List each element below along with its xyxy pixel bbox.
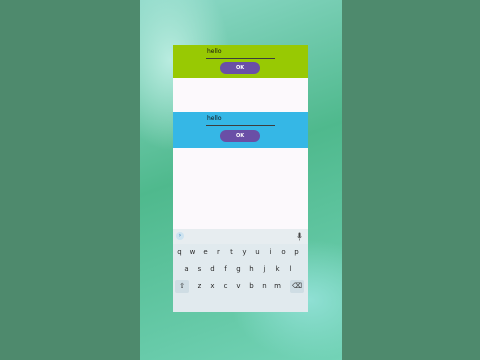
key-l[interactable]: l	[285, 263, 296, 276]
left-border	[0, 0, 140, 360]
backspace-icon[interactable]: ⌫	[290, 280, 304, 293]
key-r[interactable]: r	[213, 246, 224, 259]
key-z[interactable]: z	[194, 280, 205, 293]
top-text-input[interactable]: hello	[206, 47, 275, 59]
key-v[interactable]: v	[233, 280, 244, 293]
keyboard-row-1: q w e r t y u i o p	[173, 244, 308, 260]
key-j[interactable]: j	[259, 263, 270, 276]
shift-icon[interactable]: ⇧	[175, 280, 189, 293]
key-t[interactable]: t	[226, 246, 237, 259]
key-g[interactable]: g	[233, 263, 244, 276]
key-b[interactable]: b	[246, 280, 257, 293]
key-i[interactable]: i	[265, 246, 276, 259]
key-a[interactable]: a	[181, 263, 192, 276]
keyboard-suggestion-bar: ›	[173, 229, 308, 244]
key-y[interactable]: y	[239, 246, 250, 259]
key-s[interactable]: s	[194, 263, 205, 276]
ok-button-mid[interactable]: OK	[220, 130, 260, 142]
emoji-suggest-icon[interactable]: ›	[176, 232, 184, 240]
key-x[interactable]: x	[207, 280, 218, 293]
key-m[interactable]: m	[272, 280, 283, 293]
mic-icon[interactable]	[297, 232, 302, 241]
key-d[interactable]: d	[207, 263, 218, 276]
key-o[interactable]: o	[278, 246, 289, 259]
keyboard-row-3: ⇧ z x c v b n m ⌫	[173, 278, 308, 294]
key-w[interactable]: w	[187, 246, 198, 259]
right-border	[342, 0, 480, 360]
key-u[interactable]: u	[252, 246, 263, 259]
key-h[interactable]: h	[246, 263, 257, 276]
key-q[interactable]: q	[174, 246, 185, 259]
keyboard-row-2: a s d f g h j k l	[173, 261, 308, 277]
key-c[interactable]: c	[220, 280, 231, 293]
mid-text-input[interactable]: hello	[206, 114, 275, 126]
key-f[interactable]: f	[220, 263, 231, 276]
key-n[interactable]: n	[259, 280, 270, 293]
phone-screen: hello OK hello OK › q w e r t y u i o p …	[173, 45, 308, 312]
key-p[interactable]: p	[291, 246, 302, 259]
mid-input-panel: hello OK	[173, 112, 308, 148]
soft-keyboard: q w e r t y u i o p a s d f g h j k l ⇧ …	[173, 244, 308, 312]
key-e[interactable]: e	[200, 246, 211, 259]
ok-button-top[interactable]: OK	[220, 62, 260, 74]
top-input-panel: hello OK	[173, 45, 308, 78]
key-k[interactable]: k	[272, 263, 283, 276]
